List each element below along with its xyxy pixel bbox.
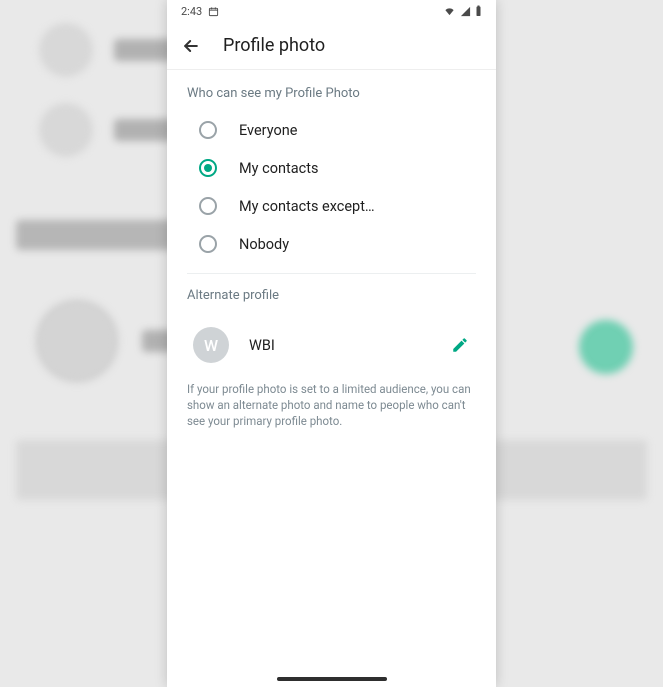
radio-icon [199,159,217,177]
avatar: W [193,327,229,363]
radio-label: My contacts except… [239,198,375,215]
radio-label: Everyone [239,122,297,139]
calendar-icon [208,6,219,17]
alternate-heading: Alternate profile [167,274,496,313]
radio-icon [199,197,217,215]
privacy-heading: Who can see my Profile Photo [167,70,496,111]
signal-icon [460,6,471,17]
phone-frame: 2:43 Profile photo Who can see my Profil… [167,0,496,687]
edit-button[interactable] [444,329,476,361]
status-time: 2:43 [181,5,202,18]
privacy-option-nobody[interactable]: Nobody [167,225,496,263]
pencil-icon [451,336,469,354]
content-scroll[interactable]: Who can see my Profile Photo Everyone My… [167,70,496,687]
alternate-profile-name: WBI [249,337,424,354]
back-button[interactable] [181,36,201,56]
privacy-option-my-contacts-except[interactable]: My contacts except… [167,187,496,225]
page-title: Profile photo [223,35,325,56]
alternate-help-text: If your profile photo is set to a limite… [167,377,496,429]
gesture-bar[interactable] [277,677,387,681]
radio-label: My contacts [239,160,318,177]
wifi-icon [443,6,456,17]
privacy-option-my-contacts[interactable]: My contacts [167,149,496,187]
radio-label: Nobody [239,236,289,253]
app-bar: Profile photo [167,22,496,70]
status-bar: 2:43 [167,0,496,22]
radio-icon [199,235,217,253]
privacy-option-everyone[interactable]: Everyone [167,111,496,149]
battery-icon [475,5,482,17]
alternate-profile-row[interactable]: W WBI [167,313,496,377]
radio-icon [199,121,217,139]
